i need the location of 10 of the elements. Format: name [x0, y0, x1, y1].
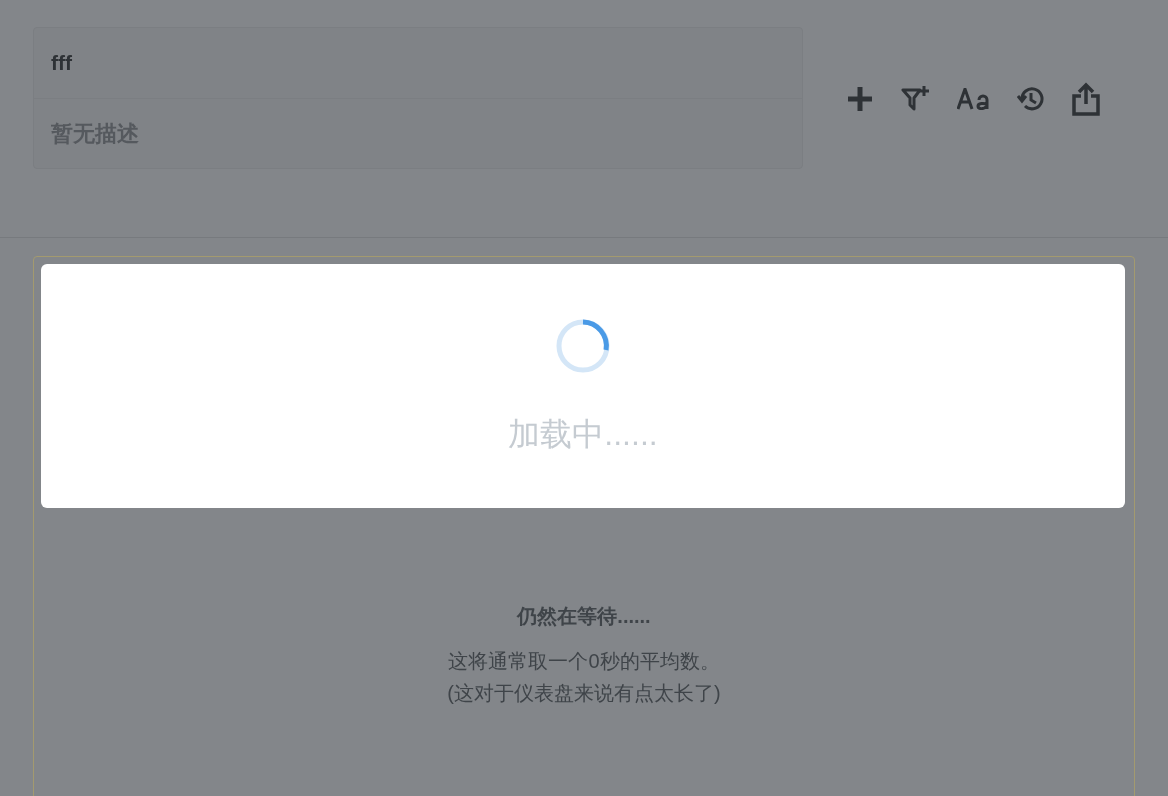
loading-spinner-icon [555, 318, 611, 374]
history-icon[interactable] [1017, 85, 1045, 113]
share-icon[interactable] [1071, 82, 1101, 116]
text-size-icon[interactable] [957, 88, 991, 110]
waiting-message: 这将通常取一个0秒的平均数。 [448, 649, 720, 674]
dashboard-title[interactable]: fff [51, 47, 72, 79]
waiting-message: (这对于仪表盘来说有点太长了) [447, 681, 721, 706]
loading-text: 加载中...... [508, 415, 658, 454]
add-icon[interactable] [845, 84, 875, 114]
waiting-title: 仍然在等待...... [517, 604, 651, 629]
